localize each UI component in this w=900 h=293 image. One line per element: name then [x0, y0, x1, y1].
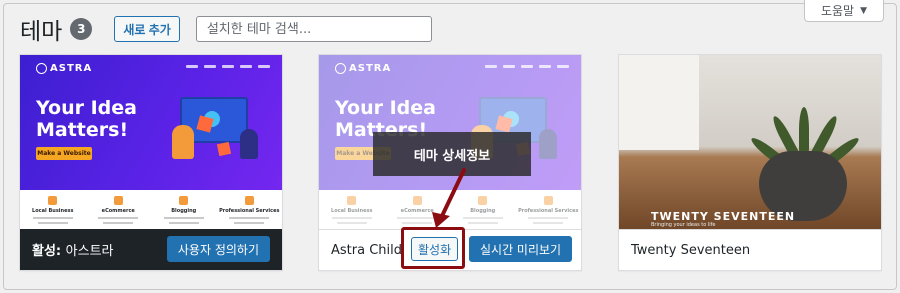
store-icon	[48, 196, 58, 205]
astra-nav	[186, 65, 270, 68]
astra-logo: ASTRA	[36, 63, 92, 74]
feature-item: eCommerce	[90, 196, 146, 231]
activate-button[interactable]: 활성화	[411, 237, 459, 261]
feature-item: Professional Services	[518, 196, 578, 231]
help-tab[interactable]: 도움말 ▼	[804, 0, 884, 22]
page-heading: 테마 3 새로 추가	[20, 12, 432, 46]
astra-nav	[485, 65, 569, 68]
help-label: 도움말	[820, 4, 855, 18]
theme-name: 아스트라	[65, 244, 114, 259]
astra-hero-text: Your Idea Matters!	[36, 97, 137, 141]
theme-search-input[interactable]	[195, 16, 432, 42]
astra-logo: ASTRA	[335, 63, 391, 74]
theme-name: Astra Child	[331, 242, 402, 258]
theme-screenshot-astra[interactable]: ASTRA Your Idea Matters! Make a Website …	[20, 55, 282, 231]
store-icon	[347, 196, 357, 205]
astra-features: Local Business eCommerce Blogging Profes…	[20, 190, 282, 231]
person-icon	[244, 196, 254, 205]
theme-name: Twenty Seventeen	[631, 242, 751, 258]
theme-screenshot-twenty-seventeen[interactable]: TWENTY SEVENTEEN Bringing your ideas to …	[619, 55, 881, 231]
add-new-theme-button[interactable]: 새로 추가	[114, 16, 180, 42]
cart-icon	[113, 196, 123, 205]
customize-button[interactable]: 사용자 정의하기	[166, 236, 270, 262]
theme-name-bar-active: 활성: 아스트라 사용자 정의하기	[20, 229, 282, 270]
feature-item: Blogging	[156, 196, 212, 231]
caret-down-icon: ▼	[860, 5, 868, 16]
theme-name-bar: Twenty Seventeen	[619, 229, 881, 270]
theme-card-twenty-seventeen[interactable]: TWENTY SEVENTEEN Bringing your ideas to …	[618, 54, 882, 271]
illustration-person-icon	[539, 129, 557, 159]
feature-item: Local Business	[25, 196, 81, 231]
astra-logo-icon	[335, 63, 346, 74]
live-preview-button[interactable]: 실시간 미리보기	[469, 236, 573, 262]
person-icon	[543, 196, 553, 205]
astra-logo-icon	[36, 63, 47, 74]
pencil-icon	[179, 196, 189, 205]
astra-hero-button: Make a Website	[36, 147, 92, 160]
window-light	[619, 55, 699, 150]
cart-icon	[412, 196, 422, 205]
illustration-person-icon	[172, 125, 194, 159]
page-title: 테마	[20, 19, 63, 45]
theme-count-badge: 3	[70, 18, 93, 40]
illustration-box-icon	[216, 141, 232, 157]
preview-tagline: Bringing your ideas to life	[651, 222, 716, 228]
feature-item: Professional Services	[219, 196, 279, 231]
activate-highlight-box: 활성화	[401, 227, 465, 269]
illustration-person-icon	[240, 129, 258, 159]
feature-item: Local Business	[324, 196, 380, 231]
leaf-icon	[799, 107, 809, 153]
annotation-arrow-icon	[432, 168, 466, 228]
active-label: 활성:	[32, 244, 62, 259]
pencil-icon	[478, 196, 488, 205]
astra-hero: ASTRA Your Idea Matters! Make a Website	[20, 55, 282, 190]
theme-card-astra[interactable]: ASTRA Your Idea Matters! Make a Website …	[19, 54, 283, 271]
